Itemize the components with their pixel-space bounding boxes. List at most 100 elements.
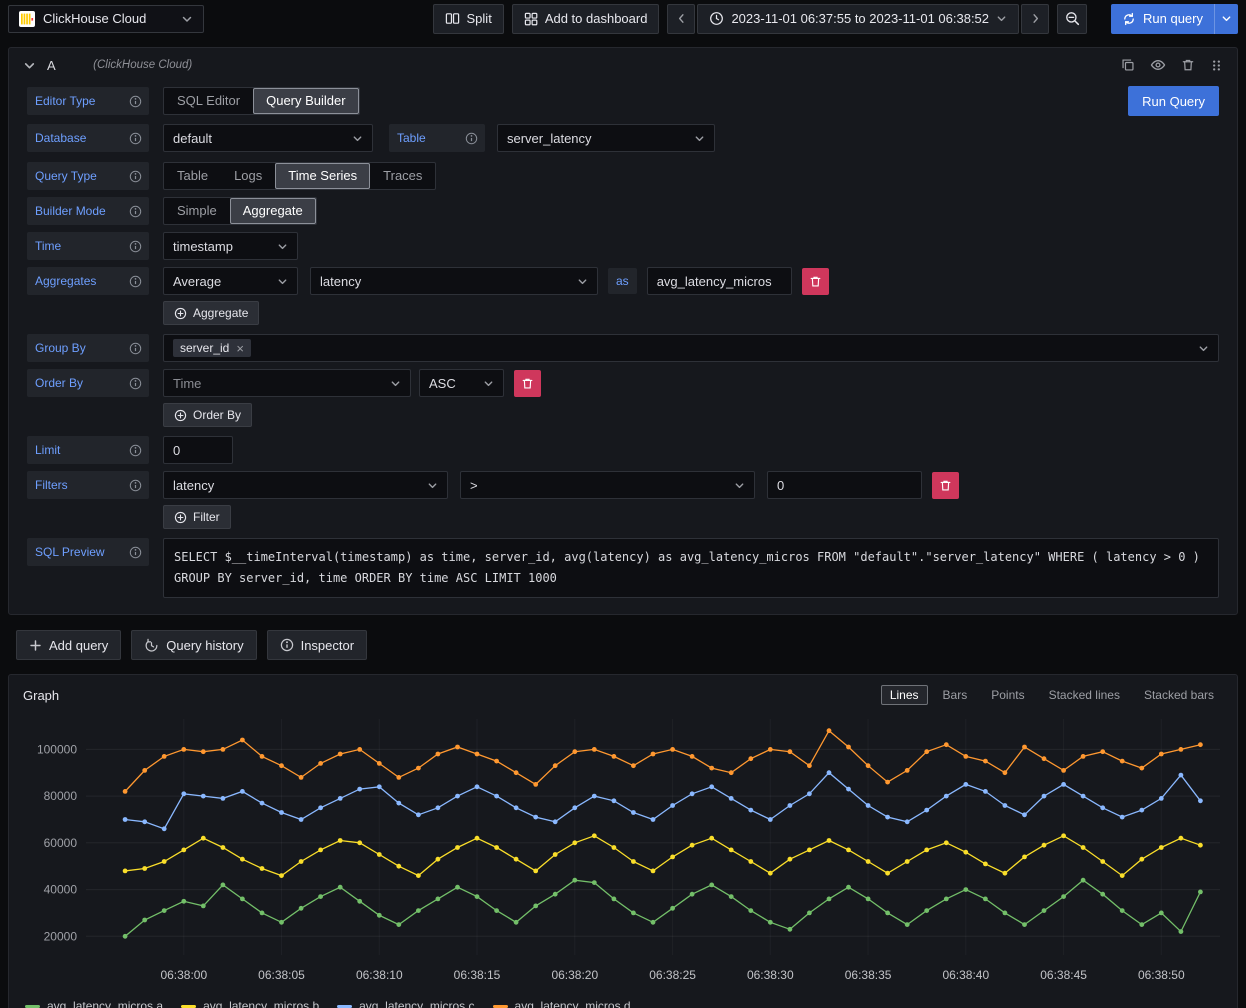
legend-item[interactable]: avg_latency_micros c [337, 999, 474, 1008]
info-icon [129, 444, 142, 457]
split-icon [445, 11, 460, 26]
time-range-picker[interactable]: 2023-11-01 06:37:55 to 2023-11-01 06:38:… [697, 4, 1019, 34]
query-type-option-logs[interactable]: Logs [221, 163, 275, 189]
svg-text:06:38:05: 06:38:05 [258, 968, 305, 982]
legend-label: avg_latency_micros c [359, 999, 474, 1008]
query-type-option-time-series[interactable]: Time Series [275, 163, 370, 189]
time-range-forward-button[interactable] [1021, 4, 1049, 34]
viz-option-stacked-bars[interactable]: Stacked bars [1135, 685, 1223, 705]
filter-field-select[interactable]: latency [163, 471, 448, 499]
alias-input[interactable] [647, 267, 792, 295]
inspector-button[interactable]: Inspector [267, 630, 367, 660]
viz-option-stacked-lines[interactable]: Stacked lines [1040, 685, 1129, 705]
query-ref-id[interactable]: A [47, 58, 56, 73]
info-icon [129, 479, 142, 492]
group-by-tag[interactable]: server_id× [173, 339, 251, 357]
order-by-field-select[interactable]: Time [163, 369, 411, 397]
legend-item[interactable]: avg_latency_micros a [25, 999, 163, 1008]
graph-title: Graph [23, 688, 59, 703]
datasource-picker[interactable]: ClickHouse Cloud [8, 5, 204, 33]
zoom-out-button[interactable] [1057, 4, 1087, 34]
drag-handle-icon[interactable] [1210, 59, 1223, 72]
info-icon [280, 638, 294, 652]
query-history-button[interactable]: Query history [131, 630, 256, 660]
add-to-dashboard-button[interactable]: Add to dashboard [512, 4, 660, 34]
svg-text:100000: 100000 [37, 742, 77, 756]
zoom-out-icon [1065, 11, 1080, 26]
chart-legend: avg_latency_micros a avg_latency_micros b… [9, 997, 1237, 1008]
legend-color-swatch [181, 1005, 196, 1008]
plus-icon [29, 639, 42, 652]
plus-circle-icon [174, 409, 187, 422]
add-filter-button[interactable]: Filter [163, 505, 231, 529]
duplicate-query-icon[interactable] [1121, 58, 1135, 72]
table-select[interactable]: server_latency [497, 124, 715, 152]
builder-mode-option-simple[interactable]: Simple [164, 198, 230, 224]
timeseries-chart[interactable]: 2000040000600008000010000006:38:0006:38:… [16, 709, 1230, 997]
query-type-option-table[interactable]: Table [164, 163, 221, 189]
aggregate-column-select[interactable]: latency [310, 267, 598, 295]
limit-input[interactable] [163, 436, 233, 464]
datasource-label: ClickHouse Cloud [43, 11, 146, 26]
chevron-down-icon [181, 13, 193, 25]
time-range-back-button[interactable] [667, 4, 695, 34]
info-icon [465, 132, 478, 145]
builder-mode-label: Builder Mode [27, 197, 149, 225]
viz-option-lines[interactable]: Lines [881, 685, 928, 705]
legend-item[interactable]: avg_latency_micros d [493, 999, 631, 1008]
add-aggregate-button[interactable]: Aggregate [163, 301, 259, 325]
run-query-dropdown[interactable] [1214, 4, 1238, 34]
svg-text:06:38:10: 06:38:10 [356, 968, 403, 982]
filter-value-input[interactable] [767, 471, 922, 499]
builder-mode-option-aggregate[interactable]: Aggregate [230, 198, 316, 224]
run-query-button[interactable]: Run query [1111, 4, 1214, 34]
plus-circle-icon [174, 307, 187, 320]
filter-operator-select[interactable]: > [460, 471, 755, 499]
legend-color-swatch [337, 1005, 352, 1008]
editor-type-option-sql-editor[interactable]: SQL Editor [164, 88, 253, 114]
aggregate-function-select[interactable]: Average [163, 267, 298, 295]
svg-text:06:38:25: 06:38:25 [649, 968, 696, 982]
remove-tag-icon[interactable]: × [236, 342, 244, 355]
trash-icon [809, 275, 822, 288]
remove-order-by-button[interactable] [514, 370, 541, 397]
query-type-option-traces[interactable]: Traces [370, 163, 435, 189]
history-icon [144, 638, 159, 653]
query-type-label: Query Type [27, 162, 149, 190]
order-by-direction-select[interactable]: ASC [419, 369, 504, 397]
viz-option-bars[interactable]: Bars [934, 685, 977, 705]
legend-color-swatch [493, 1005, 508, 1008]
delete-query-icon[interactable] [1181, 58, 1195, 72]
editor-type-option-query-builder[interactable]: Query Builder [253, 88, 358, 114]
chevron-left-icon [675, 12, 688, 25]
group-by-select[interactable]: server_id× [163, 334, 1219, 362]
legend-item[interactable]: avg_latency_micros b [181, 999, 319, 1008]
limit-label: Limit [27, 436, 149, 464]
svg-text:06:38:20: 06:38:20 [551, 968, 598, 982]
collapse-chevron-icon[interactable] [23, 59, 36, 72]
database-select[interactable]: default [163, 124, 373, 152]
viz-option-points[interactable]: Points [982, 685, 1033, 705]
editor-type-label: Editor Type [27, 87, 149, 115]
remove-filter-button[interactable] [932, 472, 959, 499]
svg-text:06:38:50: 06:38:50 [1138, 968, 1185, 982]
add-query-button[interactable]: Add query [16, 630, 121, 660]
svg-text:06:38:40: 06:38:40 [942, 968, 989, 982]
svg-text:06:38:35: 06:38:35 [845, 968, 892, 982]
split-button[interactable]: Split [433, 4, 504, 34]
split-label: Split [467, 11, 492, 26]
info-icon [129, 342, 142, 355]
viz-picker: Lines BarsPoints Stacked lines Stacked bars [881, 685, 1223, 705]
graph-panel: Graph Lines BarsPoints Stacked lines Stacke… [8, 674, 1238, 1008]
clickhouse-logo-icon [19, 11, 35, 27]
time-field-select[interactable]: timestamp [163, 232, 298, 260]
database-label: Database [27, 124, 149, 152]
add-order-by-button[interactable]: Order By [163, 403, 252, 427]
run-query-panel-button[interactable]: Run Query [1128, 86, 1219, 116]
remove-aggregate-button[interactable] [802, 268, 829, 295]
aggregates-label: Aggregates [27, 267, 149, 295]
toggle-visibility-icon[interactable] [1150, 57, 1166, 73]
svg-text:06:38:30: 06:38:30 [747, 968, 794, 982]
table-label: Table [389, 124, 485, 152]
top-bar: ClickHouse Cloud Split Add to dashboard [0, 0, 1246, 37]
